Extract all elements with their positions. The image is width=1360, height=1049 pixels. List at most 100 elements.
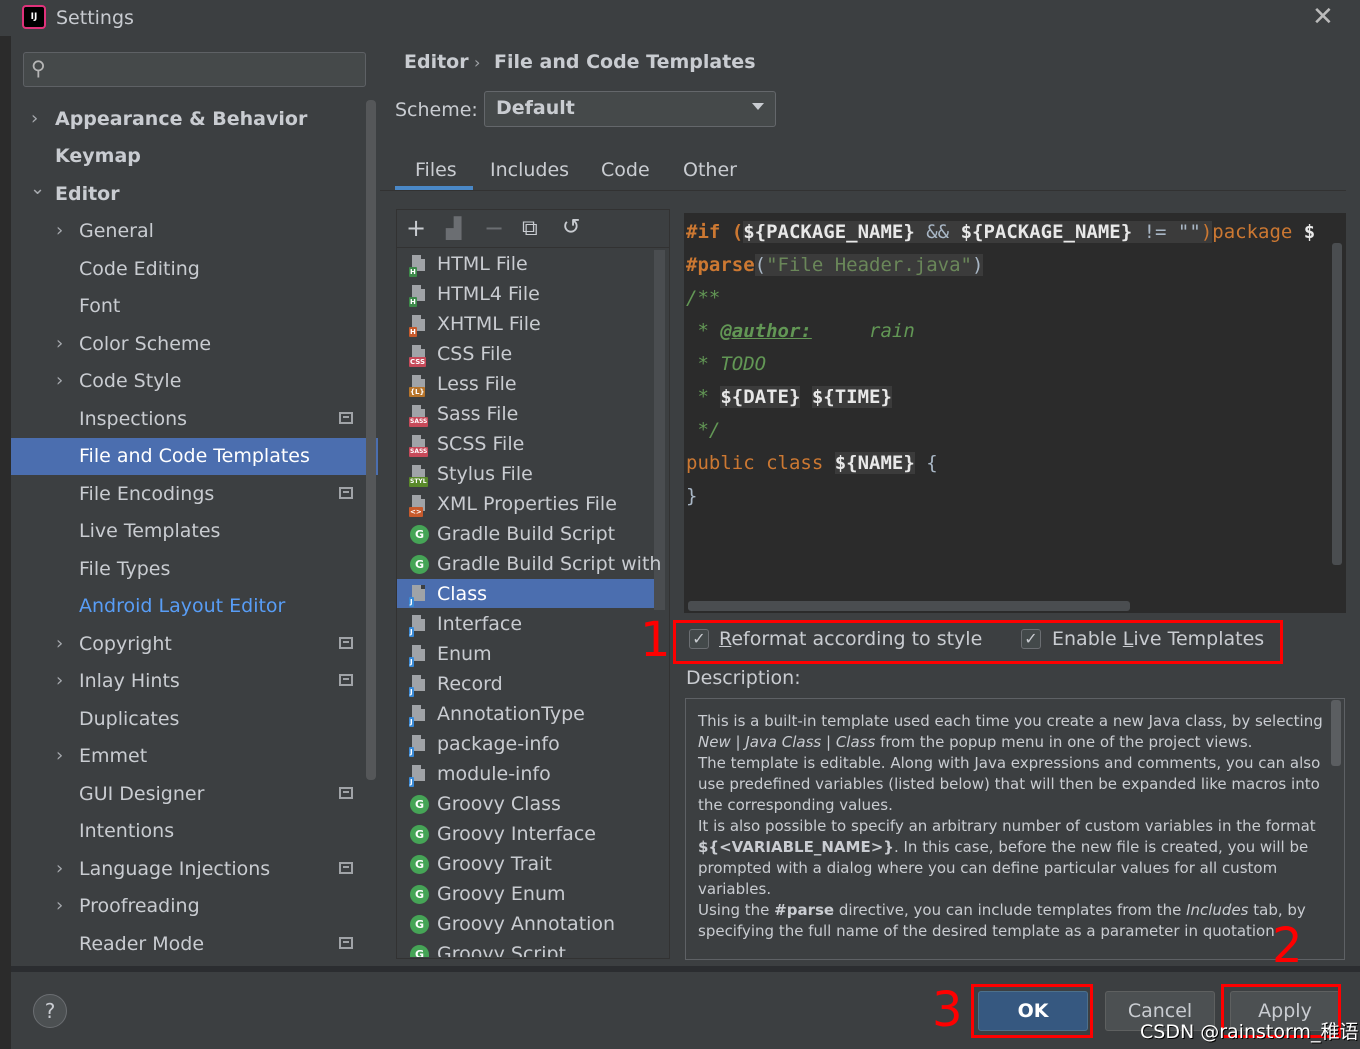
sidebar-item-live-templates[interactable]: Live Templates — [79, 520, 220, 542]
sidebar-item-general[interactable]: General — [79, 220, 154, 242]
code-line-5: * TODO — [686, 353, 767, 375]
list-item[interactable]: HTML File — [437, 253, 528, 275]
list-item-selected[interactable]: Class — [437, 583, 487, 605]
list-item[interactable]: XML Properties File — [437, 493, 617, 515]
sidebar-item-color-scheme[interactable]: Color Scheme — [79, 333, 211, 355]
list-item[interactable]: Groovy Enum — [437, 883, 566, 905]
sidebar-item-editor[interactable]: Editor — [55, 183, 120, 205]
sidebar-item-language-injections[interactable]: Language Injections — [79, 858, 270, 880]
sidebar-item-file-encodings[interactable]: File Encodings — [79, 483, 214, 505]
chevron-right-icon[interactable]: › — [31, 108, 38, 129]
project-settings-icon — [339, 637, 353, 649]
sidebar-item-inspections[interactable]: Inspections — [79, 408, 187, 430]
code-line-7: */ — [686, 419, 721, 441]
sidebar-item-copyright[interactable]: Copyright — [79, 633, 172, 655]
tabs-divider — [380, 190, 1346, 191]
reset-icon[interactable]: ↺ — [562, 215, 580, 240]
sidebar-item-keymap[interactable]: Keymap — [55, 145, 141, 167]
tab-includes[interactable]: Includes — [490, 159, 569, 181]
sidebar-item-duplicates[interactable]: Duplicates — [79, 708, 179, 730]
sidebar-item-gui-designer[interactable]: GUI Designer — [79, 783, 204, 805]
editor-vertical-scrollbar[interactable] — [1332, 243, 1342, 565]
code-token: rain — [811, 320, 915, 342]
code-token: @author: — [720, 320, 812, 342]
list-item[interactable]: AnnotationType — [437, 703, 585, 725]
tab-code[interactable]: Code — [601, 159, 650, 181]
code-token: ${DATE} — [720, 386, 801, 408]
chevron-right-icon[interactable]: › — [56, 745, 63, 766]
chevron-right-icon[interactable]: › — [56, 895, 63, 916]
chevron-down-icon[interactable]: ⌄ — [30, 178, 45, 199]
list-item[interactable]: package-info — [437, 733, 560, 755]
list-item[interactable]: XHTML File — [437, 313, 541, 335]
search-input[interactable] — [23, 52, 366, 87]
sidebar-scrollbar[interactable] — [366, 100, 376, 780]
sidebar-item-proofreading[interactable]: Proofreading — [79, 895, 200, 917]
java-badge: J — [409, 777, 414, 787]
chevron-right-icon[interactable]: › — [56, 633, 63, 654]
code-token: #parse — [686, 254, 755, 276]
editor-horizontal-scrollbar[interactable] — [688, 601, 1130, 611]
sidebar-item-code-editing[interactable]: Code Editing — [79, 258, 200, 280]
sidebar-item-appearance-behavior[interactable]: Appearance & Behavior — [55, 108, 307, 130]
list-item[interactable]: SCSS File — [437, 433, 524, 455]
chevron-down-icon[interactable] — [752, 103, 764, 110]
list-item[interactable]: Less File — [437, 373, 517, 395]
description-scrollbar[interactable] — [1331, 700, 1341, 766]
chevron-right-icon[interactable]: › — [56, 670, 63, 691]
list-item[interactable]: Groovy Class — [437, 793, 561, 815]
chevron-right-icon[interactable]: › — [56, 333, 63, 354]
active-tab-indicator — [395, 186, 473, 190]
list-item[interactable]: Gradle Build Script with wr — [437, 553, 668, 575]
chevron-right-icon[interactable]: › — [56, 370, 63, 391]
list-item[interactable]: Interface — [437, 613, 522, 635]
sidebar-item-font[interactable]: Font — [79, 295, 120, 317]
list-selection-highlight — [397, 579, 655, 608]
remove-icon[interactable]: − — [484, 214, 504, 242]
tab-other[interactable]: Other — [683, 159, 737, 181]
sidebar-item-file-and-code-templates[interactable]: File and Code Templates — [79, 445, 310, 467]
list-item[interactable]: module-info — [437, 763, 551, 785]
chevron-right-icon[interactable]: › — [56, 858, 63, 879]
description-paragraph: It is also possible to specify an arbitr… — [698, 816, 1323, 900]
list-item[interactable]: CSS File — [437, 343, 512, 365]
list-item[interactable]: Stylus File — [437, 463, 533, 485]
groovy-icon: G — [410, 855, 429, 874]
stylus-badge: STYL — [409, 477, 428, 487]
list-item[interactable]: Groovy Interface — [437, 823, 596, 845]
code-line-1: #if (${PACKAGE_NAME} && ${PACKAGE_NAME} … — [686, 221, 1338, 243]
breadcrumb-editor[interactable]: Editor — [404, 51, 469, 73]
list-item[interactable]: Groovy Annotation — [437, 913, 615, 935]
list-item[interactable]: Enum — [437, 643, 492, 665]
list-item[interactable]: Groovy Trait — [437, 853, 552, 875]
list-item[interactable]: Groovy Script — [437, 943, 566, 957]
sidebar-item-reader-mode[interactable]: Reader Mode — [79, 933, 204, 955]
code-line-4: * @author: rain — [686, 320, 915, 342]
java-badge: J — [409, 657, 414, 667]
sidebar-item-file-types[interactable]: File Types — [79, 558, 170, 580]
add-child-icon[interactable]: ▟ — [446, 216, 461, 240]
list-item[interactable]: Record — [437, 673, 503, 695]
java-annotation-icon — [412, 705, 425, 721]
scheme-label: Scheme: — [395, 99, 478, 121]
sidebar-item-intentions[interactable]: Intentions — [79, 820, 174, 842]
chevron-right-icon[interactable]: › — [56, 220, 63, 241]
add-icon[interactable]: + — [406, 214, 426, 242]
list-item[interactable]: HTML4 File — [437, 283, 540, 305]
sidebar-item-code-style[interactable]: Code Style — [79, 370, 181, 392]
description-label: Description: — [686, 667, 801, 689]
code-token: ) — [1200, 221, 1213, 243]
sidebar-item-emmet[interactable]: Emmet — [79, 745, 147, 767]
sidebar-item-android-layout-editor[interactable]: Android Layout Editor — [79, 595, 285, 617]
toolbar-divider — [397, 247, 669, 248]
code-token: && — [914, 221, 961, 243]
list-item[interactable]: Sass File — [437, 403, 518, 425]
copy-icon[interactable]: ⧉ — [522, 216, 538, 241]
list-item[interactable]: Gradle Build Script — [437, 523, 615, 545]
tab-files[interactable]: Files — [415, 159, 457, 181]
java-badge: J — [409, 627, 414, 637]
help-button[interactable]: ? — [33, 994, 67, 1028]
groovy-icon: G — [410, 825, 429, 844]
sidebar-item-inlay-hints[interactable]: Inlay Hints — [79, 670, 180, 692]
close-icon[interactable]: ✕ — [1312, 2, 1334, 32]
